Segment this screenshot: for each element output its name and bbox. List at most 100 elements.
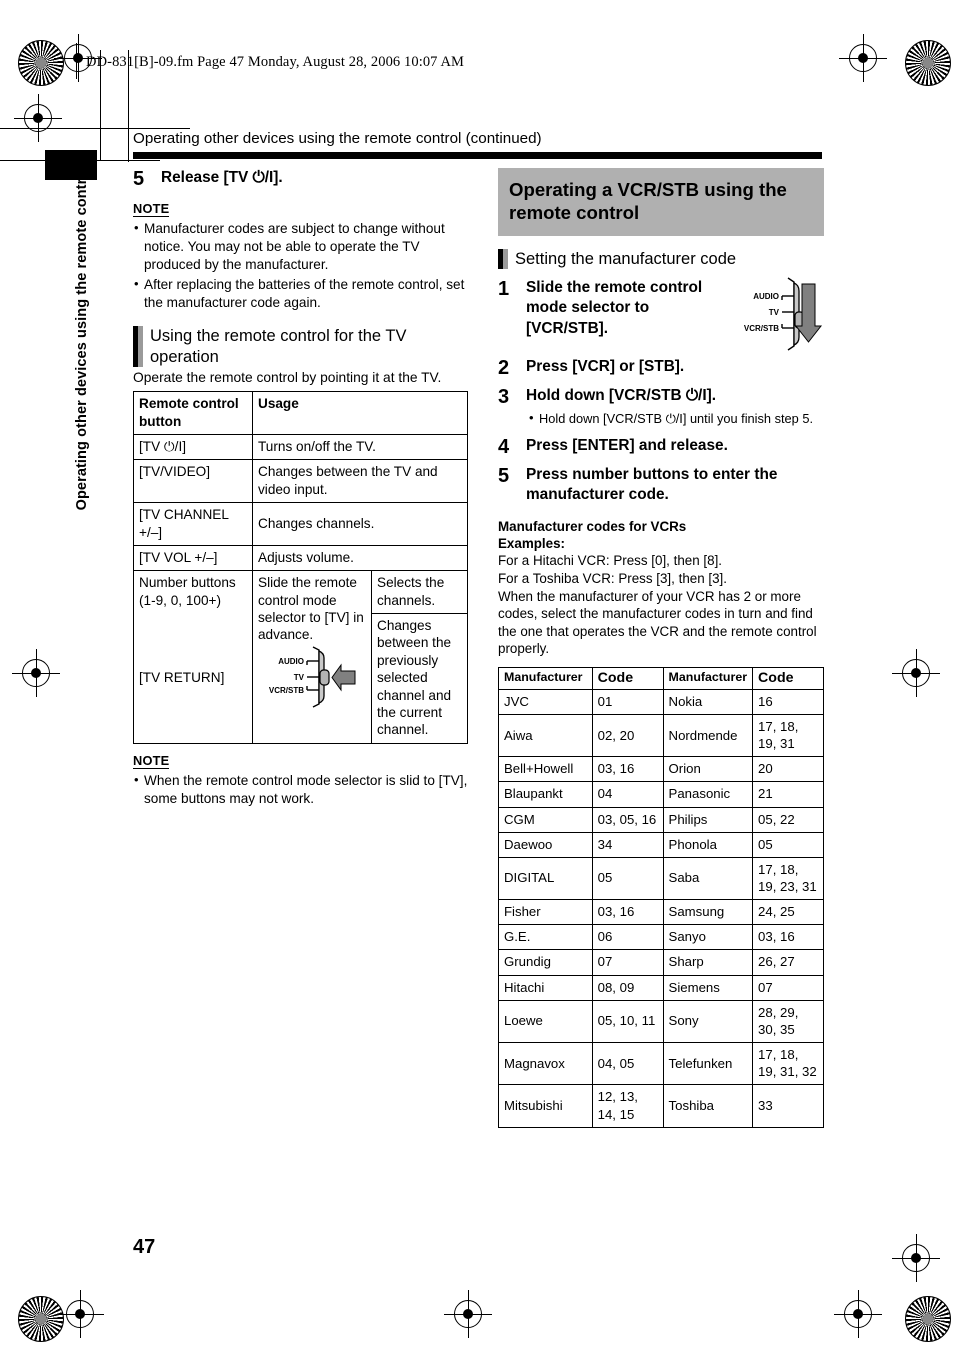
step-3-hold-down: 3 Hold down [VCR/STB ⏻/I]. <box>498 386 824 409</box>
cell-code: 04 <box>591 781 664 808</box>
tv-row-button: [TV/VIDEO] <box>133 459 253 504</box>
table-row: [TV ⏻/I] Turns on/off the TV. <box>133 433 468 461</box>
section-bar-icon <box>133 326 143 368</box>
step-5-release-tv: 5 Release [TV ⏻/I]. <box>133 168 468 191</box>
cell-manufacturer: Grundig <box>498 949 593 976</box>
running-head: Operating other devices using the remote… <box>133 130 542 147</box>
table-row-header: Manufacturer Code Manufacturer Code <box>498 666 824 690</box>
step-2-press-vcr-stb: 2 Press [VCR] or [STB]. <box>498 357 824 380</box>
tv-row-usage2: Changes between the previously selected … <box>371 613 468 744</box>
sidebar-tab-label: Operating other devices using the remote… <box>74 165 90 511</box>
tv-row-usage2: Selects the channels. <box>371 570 468 615</box>
cell-manufacturer: Orion <box>662 756 754 783</box>
cell-code: 21 <box>752 781 824 808</box>
tv-row-usage: Changes between the TV and video input. <box>252 459 468 504</box>
cell-code: 03, 16 <box>591 756 664 783</box>
cell-code: 17, 18, 19, 23, 31 <box>752 856 824 901</box>
section-bar-icon <box>498 248 508 270</box>
table-row: Number buttons (1-9, 0, 100+) Slide the … <box>133 570 468 744</box>
note-heading-1: NOTE <box>133 201 170 217</box>
registration-mark-bottom-right-2 <box>892 1234 940 1282</box>
tv-row-button: Number buttons (1-9, 0, 100+) <box>133 570 253 614</box>
cell-code: 34 <box>591 831 664 858</box>
section-heading-tv-operation: Using the remote control for the TV oper… <box>133 326 468 368</box>
table-row: [TV/VIDEO] Changes between the TV and vi… <box>133 459 468 504</box>
svg-text:VCR/STB: VCR/STB <box>744 324 779 333</box>
step-1-number: 1 <box>498 278 510 301</box>
cell-manufacturer: Bell+Howell <box>498 756 593 783</box>
cell-code: 07 <box>591 949 664 976</box>
step-1-row: 1 Slide the remote control mode selector… <box>498 277 824 354</box>
tv-row-usage: Adjusts volume. <box>252 544 468 572</box>
code-table-header-manufacturer-1: Manufacturer <box>498 666 593 690</box>
cell-manufacturer: Fisher <box>498 899 593 926</box>
step-1-text: Slide the remote control mode selector t… <box>526 279 703 337</box>
print-spot-mark-bottom-left <box>18 1296 64 1342</box>
tv-row-button: [TV CHANNEL +/–] <box>133 502 253 546</box>
cell-manufacturer: Sanyo <box>662 924 754 951</box>
step-4-text: Press [ENTER] and release. <box>526 436 728 454</box>
cell-manufacturer: Hitachi <box>498 974 593 1001</box>
cell-code: 01 <box>591 688 664 715</box>
print-spot-mark-top-left <box>18 40 64 86</box>
registration-mark-top-right <box>839 34 887 82</box>
cell-manufacturer: Siemens <box>662 974 754 1001</box>
cell-manufacturer: Sony <box>662 999 754 1044</box>
right-column: Operating a VCR/STB using the remote con… <box>498 168 824 1128</box>
step-3-text: Hold down [VCR/STB ⏻/I]. <box>526 387 717 405</box>
cell-manufacturer: Loewe <box>498 999 593 1044</box>
section-heading-label: Using the remote control for the TV oper… <box>150 327 407 366</box>
cell-code: 07 <box>752 974 824 1001</box>
registration-mark-bottom-right <box>834 1290 882 1338</box>
cell-code: 20 <box>752 756 824 783</box>
table-row: Bell+Howell 03, 16 Orion 20 <box>498 756 824 783</box>
cell-manufacturer: Nokia <box>662 688 754 715</box>
note-list-2: When the remote control mode selector is… <box>133 771 468 808</box>
note-item: Hold down [VCR/STB ⏻/I] until you finish… <box>528 409 824 427</box>
table-row: [TV CHANNEL +/–] Changes channels. <box>133 502 468 546</box>
cell-code: 05 <box>752 831 824 858</box>
header-rule-vertical <box>76 43 78 79</box>
cell-code: 05, 22 <box>752 806 824 833</box>
manufacturer-code-table: Manufacturer Code Manufacturer Code JVC 0… <box>498 666 824 1128</box>
cell-manufacturer: Sharp <box>662 949 754 976</box>
cell-code: 03, 05, 16 <box>591 806 664 833</box>
cell-manufacturer: Blaupankt <box>498 781 593 808</box>
tv-row-button: [TV RETURN] <box>133 613 253 744</box>
print-spot-mark-top-right <box>905 40 951 86</box>
table-row: Mitsubishi 12, 13, 14, 15 Toshiba 33 <box>498 1084 824 1128</box>
table-row: Aiwa 02, 20 Nordmende 17, 18, 19, 31 <box>498 713 824 758</box>
table-row: Magnavox 04, 05 Telefunken 17, 18, 19, 31, … <box>498 1042 824 1086</box>
step-4-number: 4 <box>498 435 510 458</box>
step-4-press-enter: 4 Press [ENTER] and release. <box>498 436 824 459</box>
tv-row-usage: Turns on/off the TV. <box>252 433 468 461</box>
step-2-number: 2 <box>498 357 510 380</box>
cell-manufacturer: Samsung <box>662 899 754 926</box>
table-row: Loewe 05, 10, 11 Sony 28, 29, 30, 35 <box>498 999 824 1044</box>
registration-mark-right-mid <box>892 649 940 697</box>
codes-heading-line-2: Examples: <box>498 536 565 552</box>
table-row-header: Remote control button Usage <box>133 391 468 435</box>
note-item: Manufacturer codes are subject to change… <box>133 219 468 275</box>
cell-code: 06 <box>591 924 664 951</box>
tv-table-header-usage: Usage <box>252 391 468 435</box>
code-table-header-code-1: Code <box>591 666 664 690</box>
cell-manufacturer: DIGITAL <box>498 856 593 901</box>
table-row: Hitachi 08, 09 Siemens 07 <box>498 974 824 1001</box>
codes-intro-paragraph: When the manufacturer of your VCR has 2 … <box>498 588 817 657</box>
file-info-line: DD-831[B]-09.fm Page 47 Monday, August 2… <box>86 54 465 70</box>
cell-code: 17, 18, 19, 31, 32 <box>752 1042 824 1086</box>
banner-title: Operating a VCR/STB using the remote con… <box>509 179 787 224</box>
svg-text:VCR/STB: VCR/STB <box>269 686 304 695</box>
cell-code: 17, 18, 19, 31 <box>752 713 824 758</box>
tv-row-button: [TV ⏻/I] <box>133 433 253 461</box>
cell-manufacturer: Daewoo <box>498 831 593 858</box>
cell-code: 33 <box>752 1084 824 1128</box>
page-number: 47 <box>133 1236 156 1258</box>
step-5-text: Press number buttons to enter the manufa… <box>526 465 778 503</box>
left-column: 5 Release [TV ⏻/I]. NOTE Manufacturer co… <box>133 168 468 809</box>
table-row: CGM 03, 05, 16 Philips 05, 22 <box>498 806 824 833</box>
tv-row-button: [TV VOL +/–] <box>133 544 253 572</box>
svg-text:TV: TV <box>769 308 780 317</box>
registration-mark-left-mid <box>12 649 60 697</box>
